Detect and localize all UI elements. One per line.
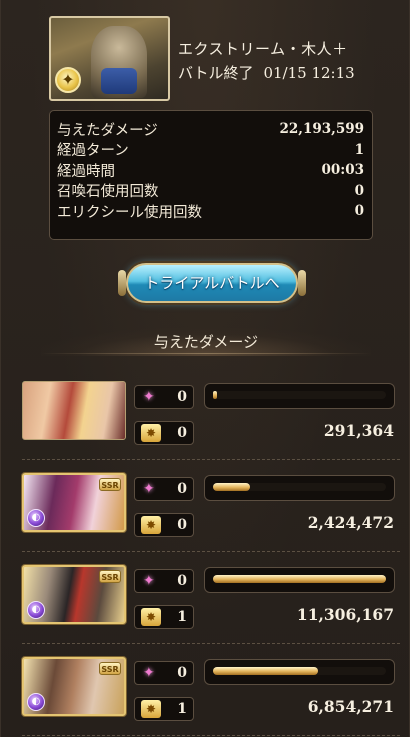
ssr-badge: SSR (99, 662, 121, 675)
row-divider (22, 459, 400, 460)
charge-attack-icon: ✸ (141, 608, 161, 626)
sparkle-icon: ✦ (143, 389, 155, 405)
quest-thumbnail: ✦ (49, 16, 170, 101)
sparkle-icon: ✦ (143, 573, 155, 589)
row-divider (22, 643, 400, 644)
battle-datetime: 01/15 12:13 (263, 64, 355, 82)
stat-total-damage: 与えたダメージ 22,193,599 (57, 119, 364, 140)
character-row: SSR ◐ ✦ 0 ✸ 1 6,854,271 (22, 657, 402, 737)
damage-bar (204, 383, 395, 409)
damage-section-title: 与えたダメージ (41, 328, 371, 356)
character-damage: 2,424,472 (307, 513, 394, 532)
damage-bar-track (213, 575, 386, 583)
charge-attack-count-value: 0 (177, 425, 187, 441)
charge-attack-icon: ✸ (141, 516, 161, 534)
character-row: SSR ◐ ✦ 0 ✸ 0 2,424,472 (22, 473, 402, 555)
character-damage: 6,854,271 (307, 697, 394, 716)
stat-value: 00:03 (321, 162, 364, 179)
boss-figure (91, 26, 147, 98)
skill-count: ✦ 0 (134, 661, 194, 685)
character-damage: 291,364 (323, 421, 394, 440)
stat-value: 1 (354, 141, 364, 158)
damage-bar-fill (213, 391, 218, 399)
stat-value: 0 (354, 203, 364, 220)
charge-attack-count-value: 1 (177, 609, 187, 625)
charge-attack-count: ✸ 0 (134, 513, 194, 537)
quest-header: ✦ エクストリーム・木人＋ バトル終了 01/15 12:13 (49, 16, 379, 102)
trial-battle-button[interactable]: トライアルバトルへ (118, 263, 306, 303)
charge-attack-count: ✸ 1 (134, 697, 194, 721)
light-element-icon: ✦ (55, 67, 81, 93)
charge-attack-count-value: 0 (177, 517, 187, 533)
character-portrait[interactable]: SSR ◐ (22, 565, 126, 624)
stat-label: 与えたダメージ (57, 122, 158, 139)
charge-attack-count-value: 1 (177, 701, 187, 717)
character-row: SSR ◐ ✦ 0 ✸ 1 11,306,167 (22, 565, 402, 647)
damage-bar-track (213, 483, 386, 491)
character-portrait[interactable]: SSR ◐ (22, 473, 126, 532)
damage-bar-fill (213, 667, 318, 675)
damage-bar (204, 659, 395, 685)
stat-elixirs: エリクシール使用回数 0 (57, 201, 364, 222)
battle-stats: 与えたダメージ 22,193,599 経過ターン 1 経過時間 00:03 召喚… (49, 110, 373, 240)
stat-label: 経過ターン (57, 143, 129, 160)
sparkle-icon: ✦ (143, 665, 155, 681)
damage-bar (204, 567, 395, 593)
row-divider (22, 551, 400, 552)
stat-label: エリクシール使用回数 (57, 204, 202, 221)
quest-title: エクストリーム・木人＋ (178, 40, 348, 58)
stat-value: 0 (354, 182, 364, 199)
character-damage: 11,306,167 (296, 605, 394, 624)
skill-count-value: 0 (177, 389, 187, 405)
skill-count: ✦ 0 (134, 385, 194, 409)
charge-attack-icon: ✸ (141, 700, 161, 718)
ssr-badge: SSR (99, 570, 121, 583)
skill-count-value: 0 (177, 481, 187, 497)
charge-attack-count: ✸ 1 (134, 605, 194, 629)
skill-count-value: 0 (177, 573, 187, 589)
results-panel: ✦ エクストリーム・木人＋ バトル終了 01/15 12:13 与えたダメージ 2… (0, 0, 410, 737)
dark-element-icon: ◐ (27, 693, 45, 711)
skill-count: ✦ 0 (134, 477, 194, 501)
battle-end-label: バトル終了 (178, 64, 254, 82)
damage-bar-track (213, 667, 386, 675)
damage-bar (204, 475, 395, 501)
character-portrait[interactable] (22, 381, 126, 440)
stat-label: 召喚石使用回数 (57, 184, 159, 201)
ssr-badge: SSR (99, 478, 121, 491)
battle-status: バトル終了 01/15 12:13 (178, 62, 388, 83)
row-divider (22, 735, 400, 736)
skill-count: ✦ 0 (134, 569, 194, 593)
stat-summons: 召喚石使用回数 0 (57, 181, 364, 202)
sparkle-icon: ✦ (143, 481, 155, 497)
dark-element-icon: ◐ (27, 601, 45, 619)
stat-turns: 経過ターン 1 (57, 140, 364, 161)
damage-bar-track (213, 391, 386, 399)
stat-time: 経過時間 00:03 (57, 160, 364, 181)
stat-label: 経過時間 (57, 163, 115, 180)
character-row: ✦ 0 ✸ 0 291,364 (22, 381, 402, 463)
damage-bar-fill (213, 483, 251, 491)
charge-attack-icon: ✸ (141, 424, 161, 442)
charge-attack-count: ✸ 0 (134, 421, 194, 445)
character-portrait[interactable]: SSR ◐ (22, 657, 126, 716)
dark-element-icon: ◐ (27, 509, 45, 527)
damage-bar-fill (213, 575, 386, 583)
stat-value: 22,193,599 (279, 121, 364, 138)
skill-count-value: 0 (177, 665, 187, 681)
